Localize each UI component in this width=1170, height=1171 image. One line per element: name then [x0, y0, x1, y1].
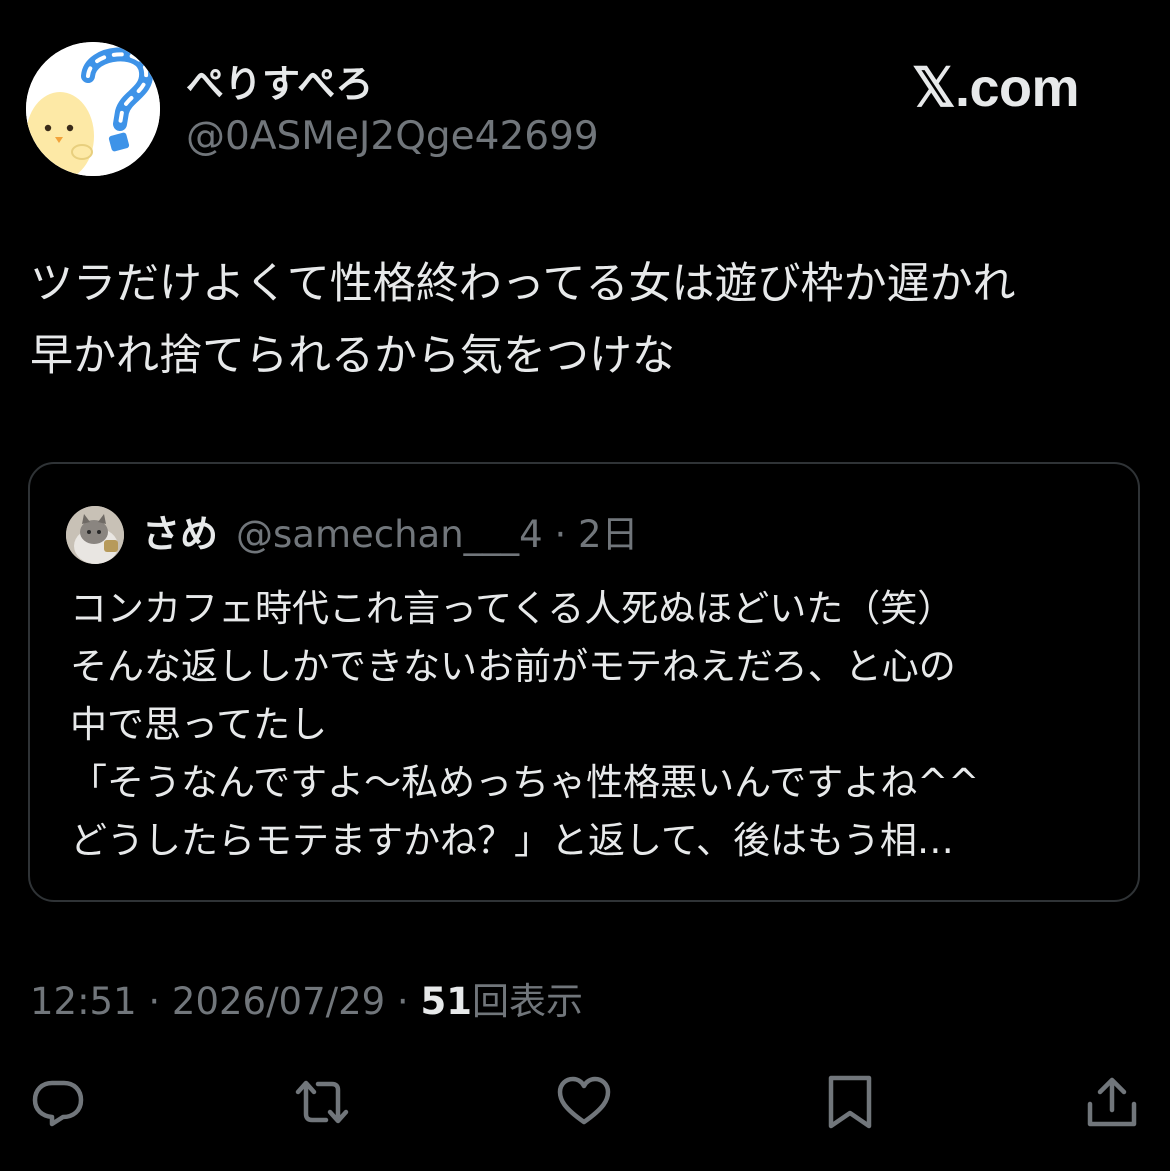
repost-button[interactable] [294, 1074, 350, 1130]
quoted-text-line: コンカフェ時代これ言ってくる人死ぬほどいた（笑） [70, 587, 955, 630]
quoted-text-line: どうしたらモテますかね？」と返して、後はもう相… [70, 819, 954, 862]
bookmark-icon [828, 1075, 872, 1129]
post-meta: 12:51 · 2026/07/29 · 51回表示 [30, 978, 583, 1026]
author-handle[interactable]: @0ASMeJ2Qge42699 [186, 112, 599, 162]
post-text-line: ツラだけよくて性格終わってる女は遊び枠か遅かれ [30, 259, 1016, 309]
like-button[interactable] [556, 1074, 612, 1130]
quoted-post-text: コンカフェ時代これ言ってくる人死ぬほどいた（笑） そんな返ししかできないお前がモ… [70, 580, 1120, 870]
reply-icon [32, 1080, 84, 1127]
x-com-logo: 𝕏.com [912, 58, 1080, 118]
quoted-author-handle-date: @samechan___4 · 2日 [236, 513, 639, 556]
quoted-text-line: 「そうなんですよ〜私めっちゃ性格悪いんですよね^^ [70, 761, 980, 804]
author-display-name[interactable]: ぺりすぺろ [186, 60, 373, 108]
post-timestamp[interactable]: 12:51 · 2026/07/29 · [30, 980, 420, 1023]
post-text-line: 早かれ捨てられるから気をつけな [30, 331, 675, 381]
views-count: 51 [420, 980, 472, 1023]
share-button[interactable] [1084, 1074, 1140, 1130]
share-icon [1087, 1077, 1137, 1127]
heart-icon [557, 1076, 611, 1125]
quoted-author-avatar [66, 506, 124, 564]
post-text: ツラだけよくて性格終わってる女は遊び枠か遅かれ 早かれ捨てられるから気をつけな [30, 248, 1140, 392]
author-avatar[interactable] [26, 42, 160, 176]
quoted-text-line: 中で思ってたし [70, 703, 328, 746]
reply-button[interactable] [30, 1074, 86, 1130]
chick-question-icon [26, 42, 160, 176]
bookmark-button[interactable] [822, 1074, 878, 1130]
quoted-text-line: そんな返ししかできないお前がモテねえだろ、と心の [70, 645, 956, 688]
repost-icon [295, 1080, 349, 1124]
views-label: 回表示 [471, 980, 583, 1023]
cat-photo-icon [66, 506, 124, 564]
quoted-author-name: さめ [142, 512, 219, 556]
